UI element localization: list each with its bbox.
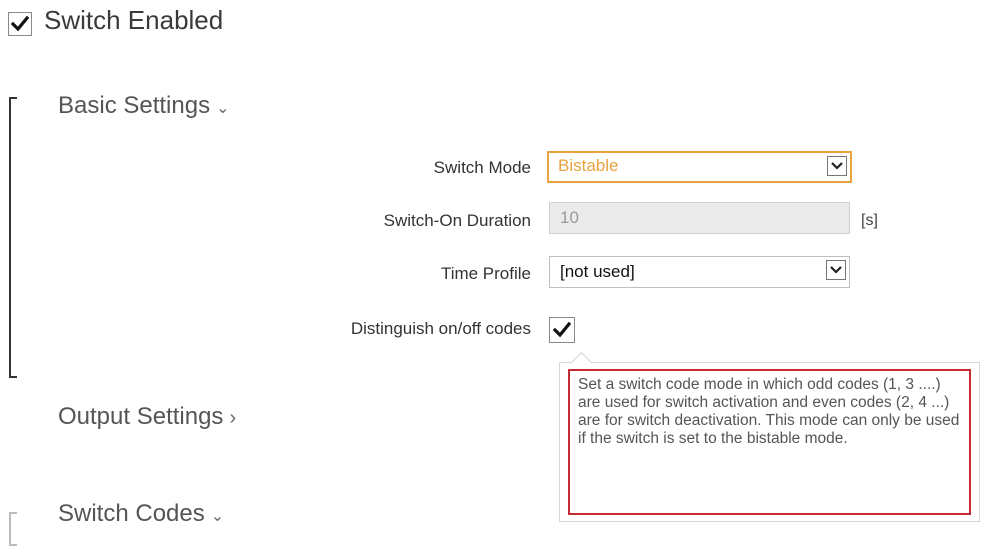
dropdown-arrow-icon — [827, 156, 847, 176]
switch-mode-label: Switch Mode — [433, 158, 531, 177]
time-profile-label: Time Profile — [440, 264, 531, 283]
switch-codes-header[interactable]: Switch Codes ⌄ — [58, 500, 224, 528]
time-profile-value: [not used] — [560, 262, 635, 281]
basic-settings-bracket — [9, 97, 17, 378]
switch-enabled-checkbox[interactable] — [8, 12, 32, 36]
output-settings-header[interactable]: Output Settings › — [58, 403, 236, 431]
chevron-down-icon: ⌄ — [216, 100, 230, 117]
switch-enabled-label: Switch Enabled — [44, 5, 224, 35]
switch-codes-bracket — [9, 512, 17, 546]
checkmark-icon — [553, 322, 571, 338]
chevron-down-icon: ⌄ — [210, 508, 225, 525]
switch-codes-title: Switch Codes — [58, 500, 205, 527]
basic-settings-header[interactable]: Basic Settings ⌄ — [58, 92, 229, 120]
switch-on-duration-value: 10 — [560, 208, 579, 227]
switch-mode-value: Bistable — [558, 156, 619, 175]
time-profile-select[interactable]: [not used] — [549, 256, 850, 288]
help-tooltip: Set a switch code mode in which odd code… — [559, 351, 980, 522]
dropdown-arrow-icon — [826, 260, 846, 280]
basic-settings-title: Basic Settings — [58, 92, 211, 119]
switch-on-duration-input[interactable]: 10 — [549, 202, 850, 234]
switch-on-duration-label: Switch-On Duration — [383, 211, 531, 230]
distinguish-codes-label: Distinguish on/off codes — [350, 319, 531, 338]
output-settings-title: Output Settings — [58, 403, 224, 430]
tooltip-text: Set a switch code mode in which odd code… — [568, 369, 971, 515]
chevron-right-icon: › — [229, 407, 237, 429]
duration-unit: [s] — [861, 212, 878, 229]
distinguish-codes-checkbox[interactable] — [549, 317, 575, 343]
switch-mode-select[interactable]: Bistable — [547, 151, 852, 183]
checkmark-icon — [11, 16, 29, 32]
